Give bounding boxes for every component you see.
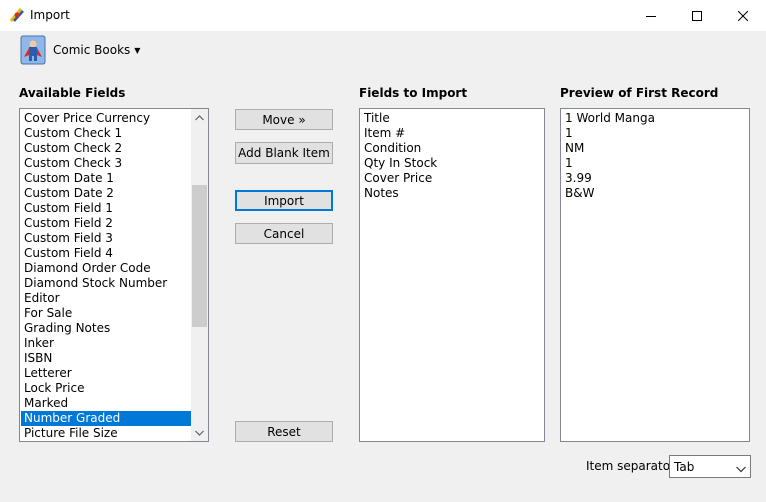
available-field-item[interactable]: Editor (21, 291, 192, 306)
import-field-item[interactable]: Qty In Stock (361, 156, 543, 171)
available-field-item[interactable]: Custom Check 1 (21, 126, 192, 141)
preview-value-item: 1 World Manga (565, 111, 655, 125)
available-field-item[interactable]: Number Graded (21, 411, 192, 426)
available-field-item[interactable]: Custom Check 2 (21, 141, 192, 156)
available-fields-scrollbar[interactable] (191, 109, 208, 441)
move-button[interactable]: Move » (235, 109, 333, 130)
maximize-button[interactable] (674, 0, 720, 31)
import-button[interactable]: Import (235, 190, 333, 211)
available-field-item[interactable]: For Sale (21, 306, 192, 321)
reset-button[interactable]: Reset (235, 421, 333, 442)
import-field-item[interactable]: Condition (361, 141, 543, 156)
chevron-down-icon (195, 430, 204, 436)
available-fields-list[interactable]: Cover Price Currency Custom Check 1 Custom… (19, 108, 209, 442)
available-field-item[interactable]: Custom Field 3 (21, 231, 192, 246)
available-field-item[interactable]: Custom Field 4 (21, 246, 192, 261)
import-field-item[interactable]: Cover Price (361, 171, 543, 186)
fields-to-import-list[interactable]: Title Item # Condition Qty In Stock Cover Pr… (359, 108, 545, 442)
import-field-item[interactable]: Notes (361, 186, 543, 201)
available-field-item[interactable]: Custom Field 1 (21, 201, 192, 216)
maximize-icon (692, 10, 702, 21)
chevron-down-icon (736, 462, 746, 476)
title-bar: Import (0, 0, 766, 31)
preview-value-item: 1 (565, 126, 573, 140)
close-icon (738, 10, 748, 21)
import-field-item[interactable]: Title (361, 111, 543, 126)
preview-value-item: NM (565, 141, 585, 155)
available-field-item[interactable]: Picture File Size (21, 426, 192, 441)
window-title: Import (30, 8, 70, 22)
chevron-up-icon (195, 114, 204, 120)
available-field-item[interactable]: Diamond Order Code (21, 261, 192, 276)
import-field-item[interactable]: Item # (361, 126, 543, 141)
available-field-item[interactable]: Letterer (21, 366, 192, 381)
chevron-down-icon: ▼ (134, 45, 141, 55)
add-blank-item-button[interactable]: Add Blank Item (235, 142, 333, 164)
available-field-item[interactable]: Custom Date 1 (21, 171, 192, 186)
scroll-thumb[interactable] (192, 185, 207, 327)
database-selector[interactable]: Comic Books ▼ (20, 34, 140, 66)
fields-to-import-label: Fields to Import (359, 86, 468, 100)
database-label: Comic Books (53, 43, 131, 57)
available-field-item[interactable]: Marked (21, 396, 192, 411)
preview-list: 1 World Manga 1 NM 1 3.99 B&W (560, 108, 750, 442)
item-separator-value: Tab (674, 460, 695, 474)
app-icon (9, 7, 25, 23)
scroll-up-button[interactable] (191, 109, 208, 126)
available-field-item[interactable]: Custom Field 2 (21, 216, 192, 231)
available-field-item[interactable]: Inker (21, 336, 192, 351)
cancel-button[interactable]: Cancel (235, 223, 333, 244)
available-field-item[interactable]: Custom Date 2 (21, 186, 192, 201)
comic-book-icon (20, 35, 46, 65)
scroll-down-button[interactable] (191, 424, 208, 441)
available-fields-label: Available Fields (19, 86, 126, 100)
preview-label: Preview of First Record (560, 86, 719, 100)
available-field-item[interactable]: Diamond Stock Number (21, 276, 192, 291)
available-field-item[interactable]: Cover Price Currency (21, 111, 192, 126)
available-field-item[interactable]: Lock Price (21, 381, 192, 396)
preview-value-item: B&W (565, 186, 595, 200)
available-field-item[interactable]: Grading Notes (21, 321, 192, 336)
item-separator-label: Item separator (586, 459, 676, 473)
close-button[interactable] (720, 0, 766, 31)
available-field-item[interactable]: ISBN (21, 351, 192, 366)
minimize-icon (646, 15, 656, 17)
item-separator-select[interactable]: Tab (669, 455, 751, 478)
preview-value-item: 3.99 (565, 171, 592, 185)
preview-value-item: 1 (565, 156, 573, 170)
minimize-button[interactable] (628, 0, 674, 31)
available-field-item[interactable]: Custom Check 3 (21, 156, 192, 171)
